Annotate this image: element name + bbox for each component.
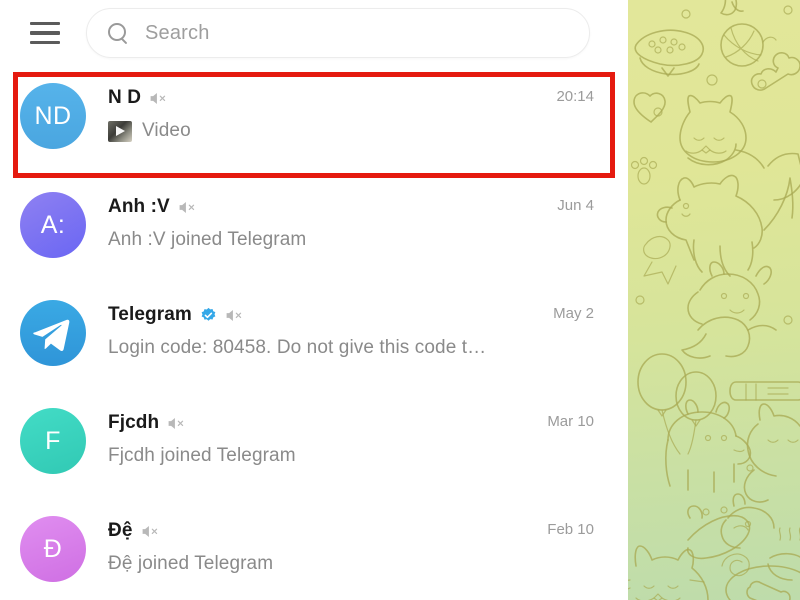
chat-row-body: Anh :V Anh :V joined Telegram bbox=[108, 192, 543, 253]
avatar: A: bbox=[20, 192, 86, 258]
chat-row-anh-v[interactable]: A: Anh :V Anh :V joined Telegram Jun 4 bbox=[0, 174, 614, 282]
verified-badge-icon bbox=[201, 307, 216, 321]
mute-icon bbox=[150, 92, 166, 104]
avatar: F bbox=[20, 408, 86, 474]
chat-list-header: Search bbox=[0, 0, 614, 66]
video-play-thumbnail-icon bbox=[108, 120, 132, 142]
chat-row-preview-line: Anh :V joined Telegram bbox=[108, 227, 543, 253]
hamburger-bar bbox=[30, 40, 60, 45]
chat-name: Telegram bbox=[108, 304, 192, 325]
chat-timestamp: Mar 10 bbox=[547, 413, 594, 430]
chat-row-body: Đệ Đệ joined Telegram bbox=[108, 516, 533, 577]
chat-timestamp: Jun 4 bbox=[557, 197, 594, 214]
chat-row-title-line: N D bbox=[108, 85, 542, 111]
chat-row-preview-line: Đệ joined Telegram bbox=[108, 551, 533, 577]
avatar-initials: A: bbox=[40, 210, 66, 239]
hamburger-menu-icon[interactable] bbox=[26, 14, 64, 52]
chat-row-fjcdh[interactable]: F Fjcdh Fjcdh joined Telegram Mar 10 bbox=[0, 390, 614, 498]
wallpaper-doodle-pattern bbox=[628, 0, 800, 600]
avatar: Đ bbox=[20, 516, 86, 582]
chat-row-title-line: Fjcdh bbox=[108, 410, 533, 436]
mute-icon bbox=[226, 309, 242, 321]
chat-row-preview-line: Fjcdh joined Telegram bbox=[108, 443, 533, 469]
chat-row-title-line: Anh :V bbox=[108, 194, 543, 220]
chat-name: Fjcdh bbox=[108, 412, 160, 433]
avatar-initials: Đ bbox=[43, 534, 63, 563]
avatar-initials: ND bbox=[34, 101, 72, 130]
chat-preview: Đệ joined Telegram bbox=[108, 553, 274, 574]
chat-wallpaper-pane bbox=[614, 0, 800, 600]
chat-row-body: Fjcdh Fjcdh joined Telegram bbox=[108, 408, 533, 469]
chat-row-body: Telegram Login code: 80458. Do not give … bbox=[108, 300, 539, 361]
chat-name: Đệ bbox=[108, 520, 133, 541]
avatar bbox=[20, 300, 86, 366]
chat-row-title-line: Đệ bbox=[108, 518, 533, 544]
chat-row-body: N D Video bbox=[108, 83, 542, 144]
search-input[interactable]: Search bbox=[86, 8, 590, 58]
telegram-window: Search ND N D Video 20:14 A: Anh:V Anh … bbox=[0, 0, 800, 600]
chat-wallpaper bbox=[628, 0, 800, 600]
telegram-logo-icon bbox=[33, 319, 70, 352]
chat-row-de[interactable]: Đ Đệ Đệ joined Telegram Feb 10 bbox=[0, 498, 614, 600]
chat-list-pane: Search ND N D Video 20:14 A: Anh:V Anh … bbox=[0, 0, 615, 600]
avatar: ND bbox=[20, 83, 86, 149]
chat-preview: Anh :V joined Telegram bbox=[108, 229, 307, 250]
mute-icon bbox=[142, 525, 157, 537]
chat-list: ND N D Video 20:14 A: Anh:V Anh:V join… bbox=[0, 66, 614, 600]
chat-name: N D bbox=[108, 87, 142, 108]
hamburger-bar bbox=[30, 31, 60, 35]
hamburger-bar bbox=[30, 21, 60, 26]
chat-row-preview-line: Video bbox=[108, 118, 542, 144]
chat-preview: Fjcdh joined Telegram bbox=[108, 445, 296, 466]
chat-row-telegram[interactable]: Telegram Login code: 80458. Do not give … bbox=[0, 282, 614, 390]
search-icon bbox=[107, 22, 129, 44]
chat-timestamp: May 2 bbox=[553, 305, 594, 322]
chat-preview: Video bbox=[142, 120, 191, 141]
chat-row-title-line: Telegram bbox=[108, 302, 539, 328]
mute-icon bbox=[168, 417, 184, 429]
avatar-initials: F bbox=[45, 426, 61, 455]
chat-row-nd[interactable]: ND N D Video 20:14 bbox=[0, 66, 614, 174]
search-placeholder: Search bbox=[145, 21, 210, 44]
mute-icon bbox=[179, 201, 194, 213]
chat-row-preview-line: Login code: 80458. Do not give this code… bbox=[108, 335, 539, 361]
chat-timestamp: 20:14 bbox=[556, 88, 594, 105]
chat-preview: Login code: 80458. Do not give this code… bbox=[108, 337, 487, 358]
chat-timestamp: Feb 10 bbox=[547, 521, 594, 538]
chat-name: Anh :V bbox=[108, 196, 170, 217]
